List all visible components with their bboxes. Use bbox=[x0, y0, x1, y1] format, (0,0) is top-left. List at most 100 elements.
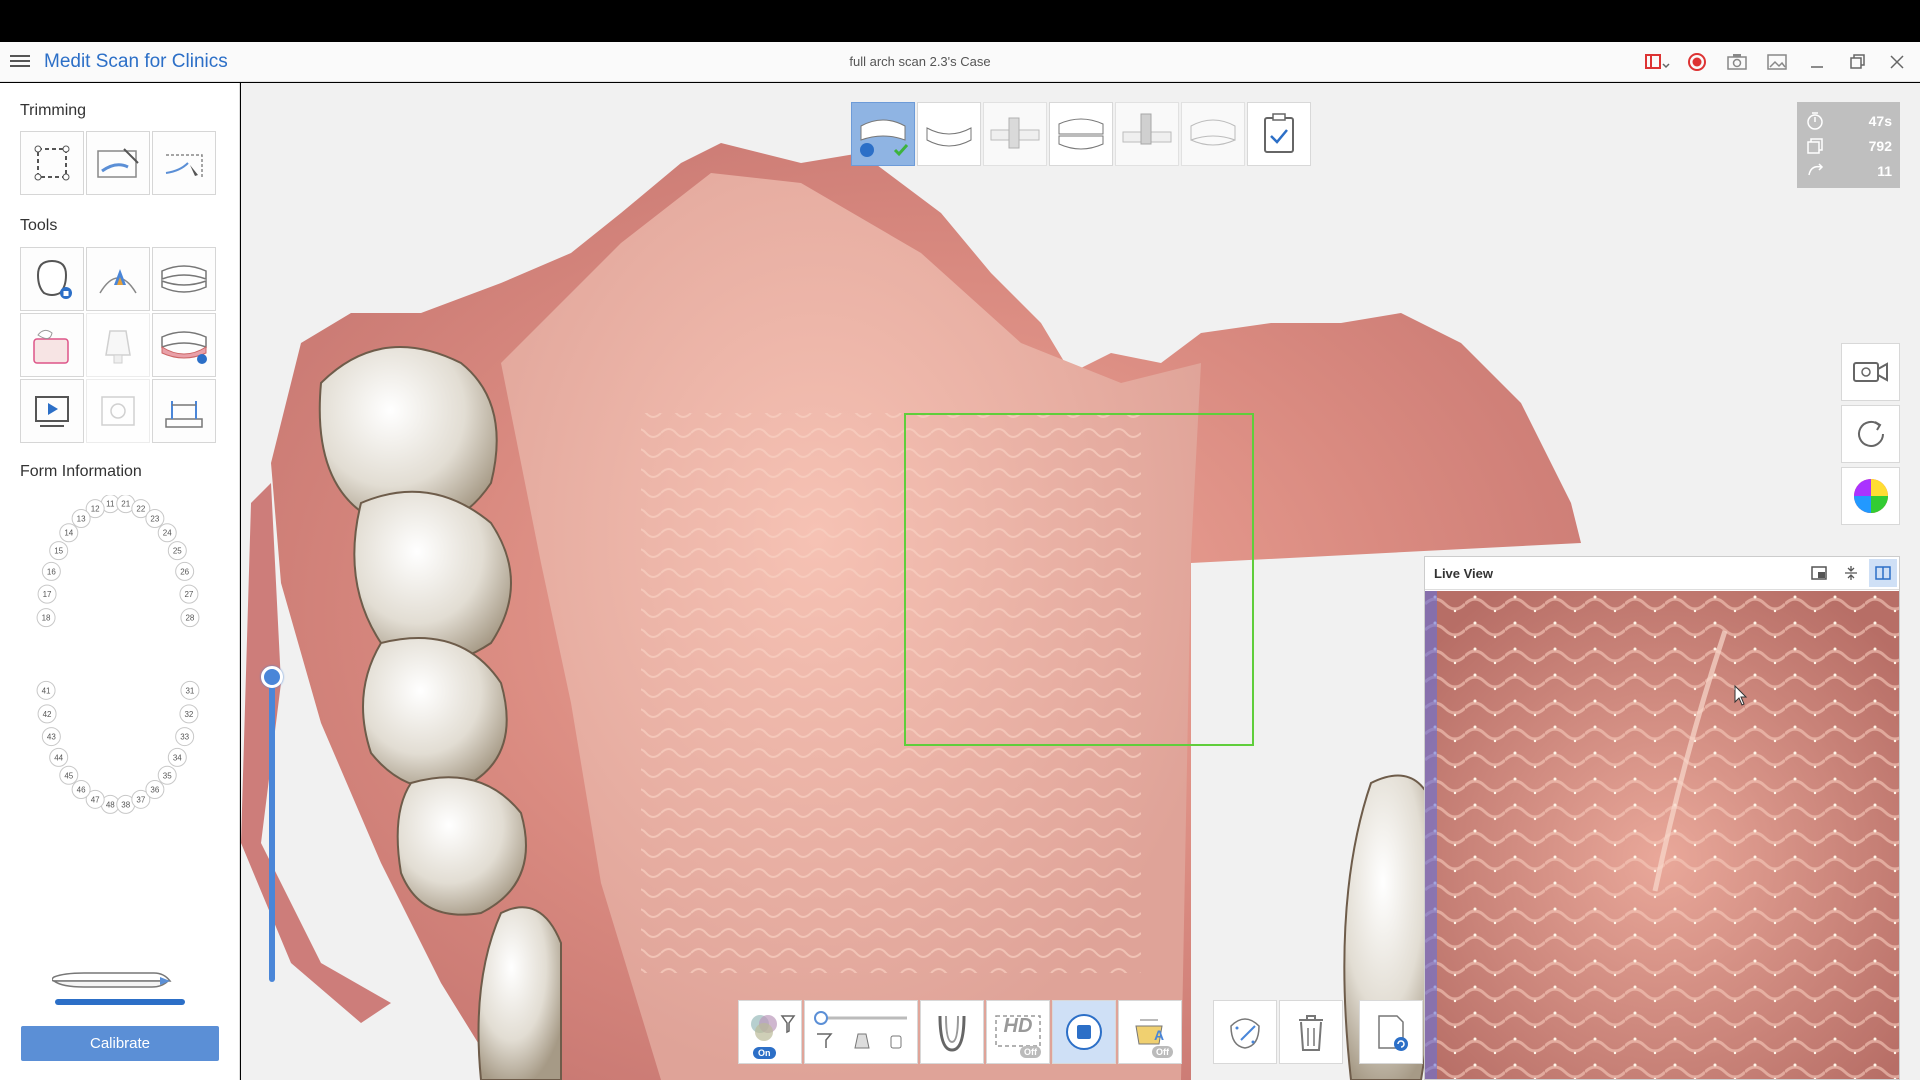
lasso-trim-button[interactable] bbox=[152, 131, 216, 195]
tooth-16[interactable]: 16 bbox=[41, 561, 61, 581]
tooth-24[interactable]: 24 bbox=[157, 523, 177, 543]
layout-dropdown-icon[interactable] bbox=[1644, 50, 1670, 74]
arch-button[interactable] bbox=[152, 247, 216, 311]
stage-scanbody-upper-button[interactable] bbox=[983, 102, 1047, 166]
svg-text:32: 32 bbox=[184, 710, 193, 719]
stage-scanbody-lower-button[interactable] bbox=[1115, 102, 1179, 166]
restore-icon[interactable] bbox=[1844, 50, 1870, 74]
gingiva-button[interactable] bbox=[152, 313, 216, 377]
arch-selector-icon bbox=[938, 1015, 966, 1052]
timer-icon bbox=[1807, 111, 1823, 130]
live-view-panel[interactable]: Live View bbox=[1424, 556, 1900, 1080]
filter-button[interactable]: On bbox=[738, 1000, 802, 1064]
trash-icon bbox=[1299, 1015, 1323, 1051]
stage-complete-button[interactable] bbox=[1247, 102, 1311, 166]
tooth-44[interactable]: 44 bbox=[49, 747, 69, 767]
tooth-23[interactable]: 23 bbox=[145, 509, 165, 529]
brush-trim-button[interactable] bbox=[86, 131, 150, 195]
scan-stage-bar bbox=[851, 102, 1311, 166]
svg-text:21: 21 bbox=[121, 500, 130, 509]
tooth-28[interactable]: 28 bbox=[180, 608, 200, 628]
screenshot-icon[interactable] bbox=[1724, 50, 1750, 74]
abutment-icon bbox=[105, 330, 131, 364]
left-sidebar: Trimming Tools Form Information 11 12 13… bbox=[0, 83, 240, 1080]
delete-button[interactable] bbox=[1279, 1000, 1343, 1064]
depth-slider-track[interactable] bbox=[269, 674, 275, 982]
stage-mandible-button[interactable] bbox=[917, 102, 981, 166]
stat-frames-value: 792 bbox=[1868, 137, 1892, 154]
stage-maxilla-button[interactable] bbox=[851, 102, 915, 166]
select-area-icon bbox=[34, 145, 70, 181]
stage-occlusion-button[interactable] bbox=[1049, 102, 1113, 166]
color-mode-button[interactable] bbox=[1841, 467, 1900, 525]
tooth-26[interactable]: 26 bbox=[175, 561, 195, 581]
picture-in-picture-button[interactable] bbox=[1805, 559, 1833, 587]
tooth-45[interactable]: 45 bbox=[59, 765, 79, 785]
svg-text:36: 36 bbox=[150, 785, 159, 794]
video-play-icon bbox=[35, 396, 69, 427]
tooth-15[interactable]: 15 bbox=[49, 541, 69, 561]
calibrate-button[interactable]: Calibrate bbox=[21, 1026, 219, 1061]
video-play-button[interactable] bbox=[20, 379, 84, 443]
tooth-17[interactable]: 17 bbox=[37, 584, 57, 604]
tooth-13[interactable]: 13 bbox=[71, 509, 91, 529]
hd-mode-button[interactable]: HD Off bbox=[986, 1000, 1050, 1064]
reset-view-button[interactable] bbox=[1841, 405, 1900, 463]
tooth-42[interactable]: 42 bbox=[37, 704, 57, 724]
clear-noise-button[interactable] bbox=[1213, 1000, 1277, 1064]
split-view-icon bbox=[1875, 566, 1891, 580]
stat-time: 47s bbox=[1805, 108, 1892, 133]
capture-button[interactable] bbox=[86, 379, 150, 443]
tissue-filter-slider[interactable] bbox=[804, 1000, 918, 1064]
live-view-title: Live View bbox=[1434, 566, 1494, 581]
tooth-43[interactable]: 43 bbox=[41, 727, 61, 747]
camera-view-button[interactable] bbox=[1841, 343, 1900, 401]
tooth-14[interactable]: 14 bbox=[59, 523, 79, 543]
tooth-chart[interactable]: 11 12 13 1415 16 17 18 21 22 23 2425 26 27 28 48 47 46 45… bbox=[22, 495, 218, 815]
tooth-41[interactable]: 41 bbox=[36, 680, 56, 700]
tooth-25[interactable]: 25 bbox=[167, 541, 187, 561]
title-bar: Medit Scan for Clinics full arch scan 2.… bbox=[0, 42, 1920, 82]
svg-text:47: 47 bbox=[91, 795, 100, 804]
svg-text:48: 48 bbox=[106, 800, 115, 809]
tooth-35[interactable]: 35 bbox=[157, 765, 177, 785]
tooth-46[interactable]: 46 bbox=[71, 779, 91, 799]
stat-count-value: 11 bbox=[1877, 162, 1892, 179]
tooth-32[interactable]: 32 bbox=[179, 704, 199, 724]
scan-viewport[interactable]: 47s 792 11 Live View On HD Off A Off bbox=[241, 83, 1920, 1080]
margin-line-button[interactable] bbox=[86, 247, 150, 311]
stat-frames: 792 bbox=[1805, 133, 1892, 158]
split-view-button[interactable] bbox=[1869, 559, 1897, 587]
ai-scan-button[interactable]: A Off bbox=[1118, 1000, 1182, 1064]
checklist-icon bbox=[1264, 113, 1294, 153]
tooth-33[interactable]: 33 bbox=[175, 727, 195, 747]
close-icon[interactable] bbox=[1884, 50, 1910, 74]
select-area-button[interactable] bbox=[20, 131, 84, 195]
stat-time-value: 47s bbox=[1868, 112, 1892, 129]
tooth-27[interactable]: 27 bbox=[179, 584, 199, 604]
live-view-header: Live View bbox=[1425, 557, 1899, 590]
minimize-icon[interactable] bbox=[1804, 50, 1830, 74]
record-icon[interactable] bbox=[1684, 50, 1710, 74]
abutment-button[interactable] bbox=[86, 313, 150, 377]
svg-text:11: 11 bbox=[106, 500, 115, 509]
tooth-36[interactable]: 36 bbox=[145, 779, 165, 799]
tooth-18[interactable]: 18 bbox=[36, 608, 56, 628]
hd-label: HD bbox=[1003, 1015, 1033, 1037]
collapse-icon bbox=[1845, 566, 1857, 580]
svg-text:14: 14 bbox=[64, 529, 73, 538]
stage-pre-op-button[interactable] bbox=[1181, 102, 1245, 166]
svg-text:37: 37 bbox=[136, 795, 145, 804]
ruler-button[interactable] bbox=[152, 379, 216, 443]
capture-icon bbox=[101, 396, 135, 426]
stop-scan-button[interactable] bbox=[1052, 1000, 1116, 1064]
export-report-button[interactable] bbox=[1359, 1000, 1423, 1064]
smart-scope-button[interactable] bbox=[20, 313, 84, 377]
arch-selector-button[interactable] bbox=[920, 1000, 984, 1064]
collapse-button[interactable] bbox=[1837, 559, 1865, 587]
tooth-34[interactable]: 34 bbox=[167, 747, 187, 767]
lock-tooth-button[interactable] bbox=[20, 247, 84, 311]
depth-slider-handle[interactable] bbox=[261, 666, 283, 688]
gallery-icon[interactable] bbox=[1764, 50, 1790, 74]
tooth-31[interactable]: 31 bbox=[180, 680, 200, 700]
